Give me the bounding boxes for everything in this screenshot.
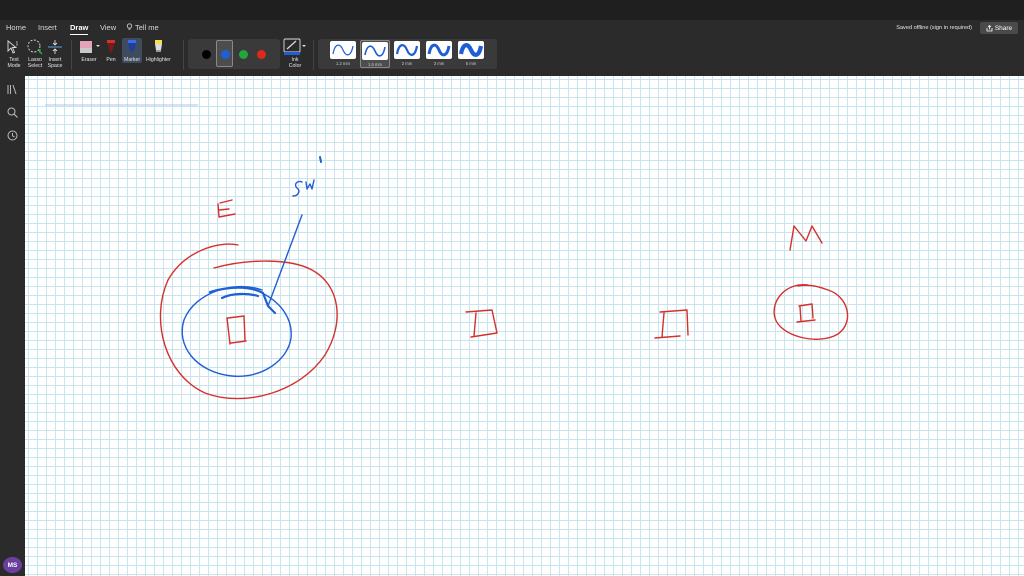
thickness-option[interactable]: 5 mm [456, 40, 486, 68]
title-bar [0, 0, 1024, 20]
swatch-black[interactable] [202, 50, 211, 59]
lasso-select-button[interactable]: Lasso Select [26, 38, 44, 69]
pen-button[interactable]: Pen [104, 38, 118, 63]
tab-view[interactable]: View [100, 23, 116, 32]
avatar[interactable]: MS [3, 557, 22, 573]
ribbon-divider [313, 40, 314, 70]
recent-clock-icon[interactable] [6, 129, 19, 142]
tell-me[interactable]: Tell me [126, 23, 159, 32]
stroke-thickness-gallery: 1.2 mm 1.5 mm 2 mm 3 mm 5 mm [318, 39, 497, 69]
tell-me-label: Tell me [134, 23, 159, 32]
marker-button[interactable]: Marker [122, 38, 143, 63]
eraser-icon [80, 41, 100, 53]
tab-home[interactable]: Home [6, 23, 26, 32]
ink-color-button[interactable]: Ink Color [283, 38, 307, 69]
ink-color-label-2: Color [288, 63, 302, 69]
thickness-label: 1.2 mm [336, 61, 350, 66]
stroke-preview-icon [427, 43, 451, 57]
swatch-green[interactable] [239, 50, 248, 59]
thickness-option[interactable]: 1.2 mm [328, 40, 358, 68]
thickness-label: 5 mm [465, 61, 477, 66]
stroke-preview-icon [395, 44, 419, 56]
thickness-label: 3 mm [433, 61, 445, 66]
ribbon-divider [71, 40, 72, 70]
save-status: Saved offline (sign in required) [896, 25, 972, 31]
ink-color-icon [283, 38, 306, 55]
draw-ribbon: I Text Mode Lasso Select Insert Space Er… [0, 36, 1024, 76]
eraser-label: Eraser [81, 57, 97, 63]
lasso-select-label-2: Select [27, 63, 43, 69]
swatch-blue[interactable] [221, 50, 230, 59]
eraser-button[interactable]: Eraser [78, 38, 100, 63]
thickness-option-selected[interactable]: 1.5 mm [360, 40, 390, 68]
tab-insert[interactable]: Insert [38, 23, 57, 32]
menu-bar: Home Insert Draw View Tell me Saved offl… [0, 20, 1024, 36]
lasso-icon [27, 39, 43, 55]
left-navigation-bar [0, 76, 25, 576]
insert-space-icon [48, 40, 62, 54]
ribbon-divider [183, 40, 184, 70]
thickness-option[interactable]: 3 mm [424, 40, 454, 68]
share-icon [986, 24, 993, 31]
pen-icon [107, 40, 115, 53]
text-mode-label-2: Mode [7, 63, 21, 69]
swatch-red[interactable] [257, 50, 266, 59]
note-canvas[interactable] [25, 76, 1024, 576]
insert-space-button[interactable]: Insert Space [46, 38, 64, 69]
search-icon[interactable] [6, 106, 19, 119]
marker-label: Marker [124, 57, 141, 63]
text-mode-button[interactable]: I Text Mode [5, 38, 23, 69]
highlighter-button[interactable]: Highlighter [146, 38, 171, 63]
stroke-preview-icon [332, 44, 354, 56]
highlighter-label: Highlighter [146, 57, 171, 63]
svg-text:I: I [16, 41, 18, 48]
thickness-option[interactable]: 2 mm [392, 40, 422, 68]
stroke-preview-icon [458, 43, 484, 57]
thickness-label: 2 mm [401, 61, 413, 66]
stroke-preview-icon [364, 45, 386, 57]
pen-label: Pen [106, 57, 116, 63]
marker-icon [128, 40, 137, 53]
text-cursor-icon: I [7, 40, 18, 54]
lightbulb-icon [126, 23, 133, 30]
share-label: Share [994, 24, 1013, 32]
thickness-label: 1.5 mm [368, 62, 382, 67]
tab-draw[interactable]: Draw [70, 23, 89, 35]
highlighter-icon [155, 40, 163, 52]
notebooks-icon[interactable] [6, 83, 19, 96]
ink-color-swatches [188, 39, 280, 69]
share-button[interactable]: Share [980, 22, 1018, 34]
insert-space-label-2: Space [47, 63, 63, 69]
